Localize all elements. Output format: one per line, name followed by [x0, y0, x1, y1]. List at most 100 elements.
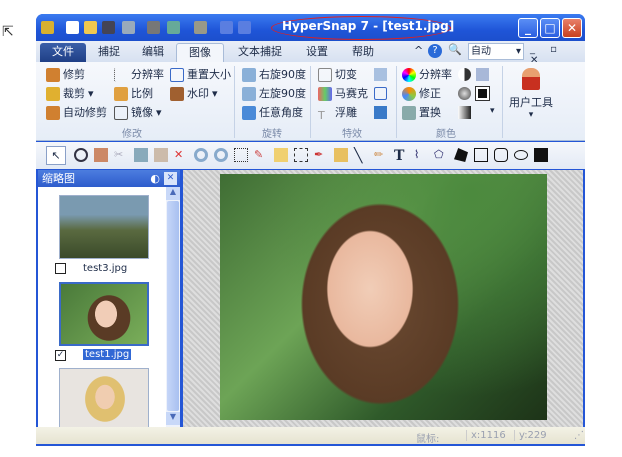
- redo-icon[interactable]: [238, 21, 251, 34]
- rotate-left-button[interactable]: 左旋90度: [242, 84, 306, 103]
- polyline-icon[interactable]: ⌇: [414, 148, 428, 162]
- filled-polygon-icon[interactable]: [454, 148, 468, 162]
- effect-icon-3[interactable]: [374, 106, 387, 119]
- pencil-icon[interactable]: ✏: [374, 148, 388, 162]
- emboss-button[interactable]: T 浮雕: [318, 103, 368, 122]
- clipboard-icon[interactable]: [194, 21, 207, 34]
- user-tools-button[interactable]: 用户工具 ▾: [506, 68, 556, 120]
- watermark-button[interactable]: 水印 ▾: [170, 84, 231, 103]
- tab-capture[interactable]: 捕捉: [86, 43, 132, 62]
- thumbnail-test3[interactable]: [59, 195, 149, 259]
- region-select-icon[interactable]: [234, 148, 248, 162]
- panel-close-button[interactable]: ✕: [164, 172, 177, 185]
- color-resolution-button[interactable]: 分辨率: [402, 65, 452, 84]
- thumbnail-3[interactable]: [59, 368, 149, 427]
- status-x: x:1116: [466, 430, 506, 441]
- save-icon[interactable]: [102, 21, 115, 34]
- rotate-any-button[interactable]: 任意角度: [242, 103, 306, 122]
- tab-help[interactable]: 帮助: [340, 43, 386, 62]
- crop-button[interactable]: 修剪: [46, 65, 107, 84]
- image-viewer[interactable]: [183, 170, 583, 427]
- undo-tool-icon[interactable]: [194, 148, 208, 162]
- tab-image[interactable]: 图像: [176, 43, 224, 62]
- rotate-right-button[interactable]: 右旋90度: [242, 65, 306, 84]
- scroll-thumb[interactable]: [167, 201, 179, 411]
- help-icon[interactable]: ?: [428, 44, 442, 58]
- tab-edit[interactable]: 编辑: [130, 43, 176, 62]
- window-capture-icon[interactable]: [167, 21, 180, 34]
- resize-grip-icon[interactable]: ⋰: [574, 430, 584, 441]
- new-icon[interactable]: [66, 21, 79, 34]
- lasso-icon[interactable]: [294, 148, 308, 162]
- undo-icon[interactable]: [220, 21, 233, 34]
- capture-icon[interactable]: [122, 21, 135, 34]
- pick-color-icon[interactable]: ✒: [314, 148, 328, 162]
- open-icon[interactable]: [84, 21, 97, 34]
- correct-button[interactable]: 修正: [402, 84, 452, 103]
- maximize-button[interactable]: □: [540, 18, 560, 38]
- auto-trim-button[interactable]: 自动修剪: [46, 103, 107, 122]
- gradient-icon[interactable]: [458, 106, 471, 119]
- copy-icon[interactable]: [134, 148, 148, 162]
- panel-header: 缩略图 ◐ ✕: [38, 170, 180, 187]
- close-button[interactable]: ✕: [562, 18, 582, 38]
- shapes-icon[interactable]: [334, 148, 348, 162]
- label: 分辨率: [419, 68, 452, 81]
- text-icon[interactable]: T: [394, 148, 408, 164]
- select-tool[interactable]: ↖: [46, 146, 66, 165]
- eyedropper-icon[interactable]: [476, 68, 489, 81]
- resize-button[interactable]: 重置大小: [170, 65, 231, 84]
- filled-rectangle-icon[interactable]: [534, 148, 548, 162]
- zoom-icon[interactable]: 🔍: [448, 43, 462, 56]
- checkbox-test3[interactable]: [55, 263, 66, 274]
- tab-file[interactable]: 文件: [40, 43, 86, 62]
- divider: [234, 66, 235, 138]
- group-label-modify: 修改: [122, 129, 142, 140]
- more-dropdown[interactable]: ▾: [490, 106, 495, 116]
- polygon-icon[interactable]: ⬠: [434, 148, 448, 162]
- line-icon[interactable]: ╲: [354, 148, 368, 164]
- tab-settings[interactable]: 设置: [294, 43, 340, 62]
- thumbnail-label-test1: test1.jpg: [83, 349, 132, 360]
- replace-button[interactable]: 置换: [402, 103, 452, 122]
- threshold-icon[interactable]: [475, 86, 490, 101]
- divider: [310, 66, 311, 138]
- effect-icon-1[interactable]: [374, 68, 387, 81]
- minimize-button[interactable]: _: [518, 18, 538, 38]
- pin-icon[interactable]: ◐: [150, 170, 160, 187]
- group-label-effects: 特效: [342, 129, 362, 140]
- status-bar: 鼠标: x:1116 y:229 ⋰: [36, 427, 585, 445]
- ellipse-icon[interactable]: [514, 150, 528, 160]
- stamp-tool-icon[interactable]: ✎: [254, 148, 268, 162]
- redo-tool-icon[interactable]: [214, 148, 228, 162]
- group-label-color: 颜色: [436, 129, 456, 140]
- thumbnail-test1[interactable]: [59, 282, 149, 346]
- image-canvas[interactable]: [220, 174, 547, 420]
- paste-icon[interactable]: [154, 148, 168, 162]
- zoom-select[interactable]: 自动 ▾: [468, 43, 524, 60]
- effect-icon-2[interactable]: [374, 87, 387, 100]
- cut-icon[interactable]: ✂: [114, 148, 128, 162]
- contrast-icon[interactable]: [458, 68, 471, 81]
- tab-text-capture[interactable]: 文本捕捉: [226, 43, 294, 62]
- user-tools-icon: [522, 68, 540, 90]
- print-icon[interactable]: [147, 21, 160, 34]
- scale-button[interactable]: 比例: [114, 84, 164, 103]
- label: 镜像: [131, 106, 153, 119]
- collapse-ribbon-icon[interactable]: ^: [414, 44, 423, 57]
- thumbnail-scrollbar[interactable]: ▲ ▼: [166, 187, 180, 427]
- shear-button[interactable]: 切变: [318, 65, 368, 84]
- resolution-button[interactable]: 分辨率: [114, 65, 164, 84]
- zoom-tool-icon[interactable]: [74, 148, 88, 162]
- note-icon[interactable]: [274, 148, 288, 162]
- thumbnail-panel: 缩略图 ◐ ✕ test3.jpg ✓ test1.jpg ▲ ▼: [38, 170, 180, 427]
- trim-button[interactable]: 裁剪 ▾: [46, 84, 107, 103]
- delete-icon[interactable]: ✕: [174, 148, 188, 162]
- checkbox-test1[interactable]: ✓: [55, 350, 66, 361]
- rounded-rectangle-icon[interactable]: [494, 148, 508, 162]
- rectangle-icon[interactable]: [474, 148, 488, 162]
- highlighter-tool-icon[interactable]: [94, 148, 108, 162]
- mosaic-button[interactable]: 马赛克: [318, 84, 368, 103]
- brightness-icon[interactable]: [458, 87, 471, 100]
- mirror-button[interactable]: 镜像 ▾: [114, 103, 164, 122]
